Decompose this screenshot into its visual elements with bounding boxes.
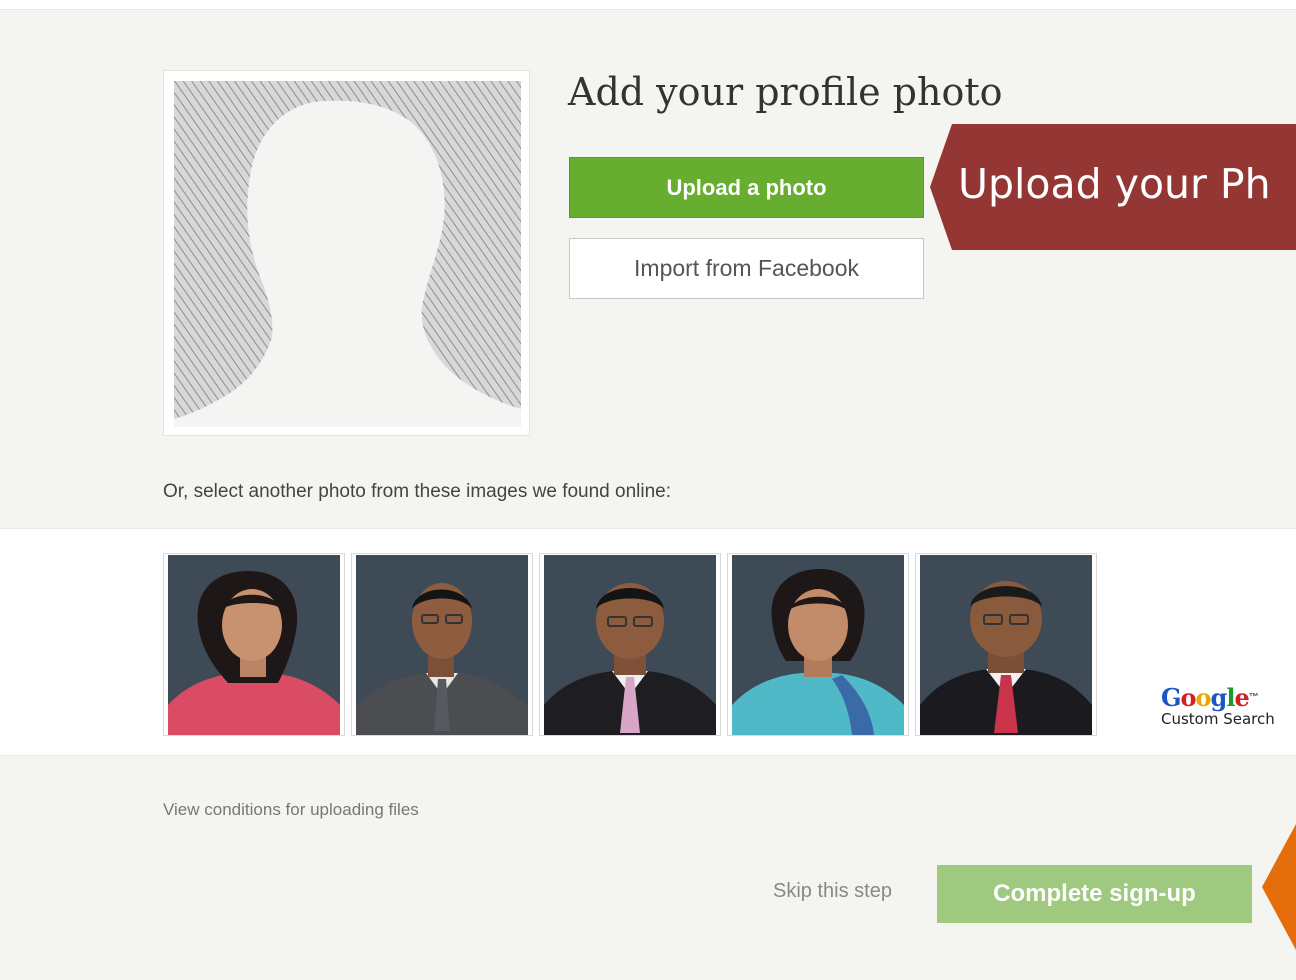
suggested-photo-1[interactable] bbox=[163, 553, 345, 736]
complete-signup-button[interactable]: Complete sign-up bbox=[937, 865, 1252, 923]
portrait-image bbox=[168, 555, 340, 735]
portrait-image bbox=[356, 555, 528, 735]
portrait-image bbox=[544, 555, 716, 735]
suggested-photo-5[interactable] bbox=[915, 553, 1097, 736]
silhouette-icon bbox=[174, 81, 521, 427]
skip-step-link[interactable]: Skip this step bbox=[773, 880, 892, 903]
complete-callout bbox=[1262, 824, 1296, 955]
google-custom-search-logo[interactable]: Google™ Custom Search bbox=[1161, 683, 1275, 729]
portrait-image bbox=[732, 555, 904, 735]
top-bar bbox=[0, 0, 1296, 10]
upload-conditions-link[interactable]: View conditions for uploading files bbox=[163, 800, 419, 820]
callout-arrow-shape bbox=[1262, 824, 1296, 950]
google-wordmark: Google™ bbox=[1161, 683, 1259, 712]
upload-callout-text: Upload your Ph bbox=[958, 160, 1271, 208]
suggested-photo-2[interactable] bbox=[351, 553, 533, 736]
portrait-image bbox=[920, 555, 1092, 735]
suggested-photo-3[interactable] bbox=[539, 553, 721, 736]
page-title: Add your profile photo bbox=[568, 70, 1003, 114]
suggested-photos-intro: Or, select another photo from these imag… bbox=[163, 481, 672, 502]
suggested-photos-strip bbox=[0, 528, 1296, 756]
suggested-photo-4[interactable] bbox=[727, 553, 909, 736]
profile-photo-placeholder bbox=[163, 70, 530, 436]
custom-search-label: Custom Search bbox=[1161, 710, 1275, 728]
upload-photo-button[interactable]: Upload a photo bbox=[569, 157, 924, 218]
import-facebook-button[interactable]: Import from Facebook bbox=[569, 238, 924, 299]
upload-callout: Upload your Ph bbox=[930, 124, 1296, 250]
